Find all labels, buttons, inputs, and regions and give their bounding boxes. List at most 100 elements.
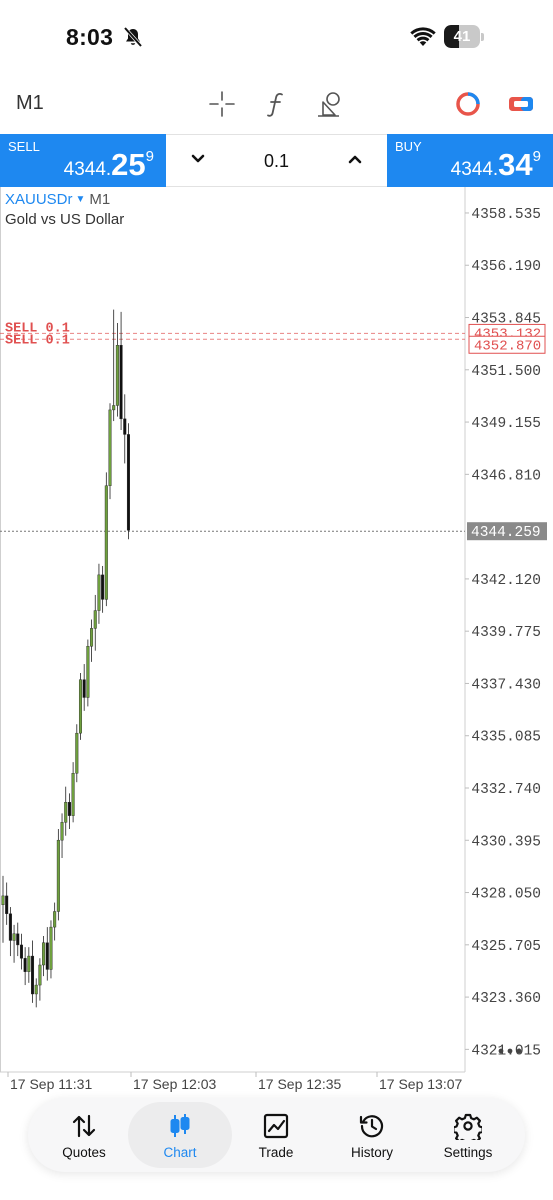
candle-body [97,574,101,611]
order-line-label: SELL 0.1 [5,333,70,348]
y-tick-label: 4330.395 [471,834,541,850]
candle-body [27,955,31,972]
candle-body [93,610,97,629]
nav-settings[interactable]: Settings [416,1102,520,1168]
bid-price-label: 4344.259 [471,525,541,541]
chevron-up-icon[interactable] [346,152,364,166]
candle-body [126,434,130,531]
nav-quotes[interactable]: Quotes [32,1102,136,1168]
objects-shapes-icon[interactable] [314,89,344,119]
candle-body [71,773,75,816]
candle-body [38,964,42,986]
candle-body [67,802,71,816]
y-tick-label: 4335.085 [471,730,541,746]
candlestick-chart[interactable]: 4358.5354356.1904353.8454351.5004349.155… [0,187,553,1097]
candle-body [75,732,79,774]
candle-body [16,933,20,946]
nav-chart[interactable]: Chart [128,1102,232,1168]
candle-body [34,984,38,995]
y-tick-label: 4358.535 [471,207,541,223]
nav-label: Quotes [62,1145,106,1160]
candle-body [60,822,64,841]
symbol-timeframe: M1 [89,191,111,208]
nav-label: Trade [258,1145,294,1160]
indicators-function-icon[interactable] [261,89,291,119]
x-tick-label: 17 Sep 12:03 [133,1076,217,1092]
x-tick-label: 17 Sep 13:07 [379,1076,463,1092]
x-tick-label: 17 Sep 11:31 [10,1076,92,1092]
candle-body [5,895,9,914]
candle-body [82,679,86,698]
candle-body [8,913,12,941]
candle-body [115,345,119,406]
trade-icon [263,1113,289,1139]
symbol-header[interactable]: XAUUSDr ▼ M1 [5,191,110,208]
nav-label: History [350,1145,393,1160]
more-options-icon[interactable] [497,1047,523,1055]
y-tick-label: 4346.810 [471,468,541,484]
buy-label: BUY [395,139,422,154]
y-tick-label: 4349.155 [471,416,541,432]
trade-panel-toggle-icon[interactable] [506,89,536,119]
candle-body [42,942,46,966]
candle-body [45,942,49,970]
candle-body [31,955,35,995]
status-time: 8:03 [66,24,114,50]
symbol-name[interactable]: XAUUSDr [5,191,73,208]
history-icon [359,1115,384,1138]
battery-indicator: 41 [444,25,484,48]
chart-toolbar: M1 [0,78,553,130]
quotes-icon [72,1114,96,1138]
lot-size-control: 0.1 [166,134,387,187]
candle-body [56,839,60,912]
y-tick-label: 4323.360 [471,991,541,1007]
candle-body [12,933,16,941]
y-tick-label: 4351.500 [471,364,541,380]
nav-label: Settings [443,1145,493,1160]
chart-icon [170,1114,190,1137]
sell-button[interactable]: SELL 4344.259 [0,134,166,187]
candle-body [64,802,68,823]
bell-muted-icon [123,26,143,48]
candle-body [23,958,27,972]
nav-history[interactable]: History [320,1102,424,1168]
y-tick-label: 4337.430 [471,677,541,693]
candle-body [108,409,112,486]
y-tick-label: 4339.775 [471,625,541,641]
candle-body [53,911,57,928]
candle-body [90,628,94,647]
y-tick-label: 4325.705 [471,939,541,955]
y-tick-label: 4342.120 [471,573,541,589]
y-tick-label: 4356.190 [471,259,541,275]
candle-body [101,574,105,600]
wifi-icon [410,27,436,46]
candle-body [104,485,108,600]
buy-button[interactable]: BUY 4344.349 [387,134,553,187]
nav-trade[interactable]: Trade [224,1102,328,1168]
symbol-dropdown-icon[interactable]: ▼ [76,194,86,205]
candle-body [123,418,127,435]
sell-label: SELL [8,139,40,154]
y-tick-label: 4332.740 [471,782,541,798]
candle-body [112,405,116,411]
buy-price: 4344.349 [450,147,541,182]
crosshair-icon[interactable] [207,89,237,119]
price-chart[interactable]: 4358.535 4356.190 4353.845 4351.500 4349.155… [0,187,553,1097]
symbol-description: Gold vs US Dollar [5,211,125,228]
nav-label: Chart [163,1145,197,1160]
candle-body [78,679,82,734]
timeframe-selector[interactable]: M1 [16,92,44,115]
y-tick-label: 4328.050 [471,887,541,903]
candle-body [119,345,123,420]
battery-level: 41 [453,28,471,45]
one-click-trade-panel: SELL 4344.259 0.1 BUY 4344.349 [0,134,553,187]
one-click-trading-icon[interactable] [453,89,483,119]
sell-price: 4344.259 [63,147,154,182]
candle-body [1,895,5,906]
status-bar: 8:03 41 [0,0,553,75]
x-tick-label: 17 Sep 12:35 [258,1076,342,1092]
candle-body [86,646,90,698]
candle-body [19,944,23,959]
order-price-label: 4352.870 [474,338,541,354]
bottom-navigation: Quotes Chart Trade History Settings [28,1098,525,1172]
